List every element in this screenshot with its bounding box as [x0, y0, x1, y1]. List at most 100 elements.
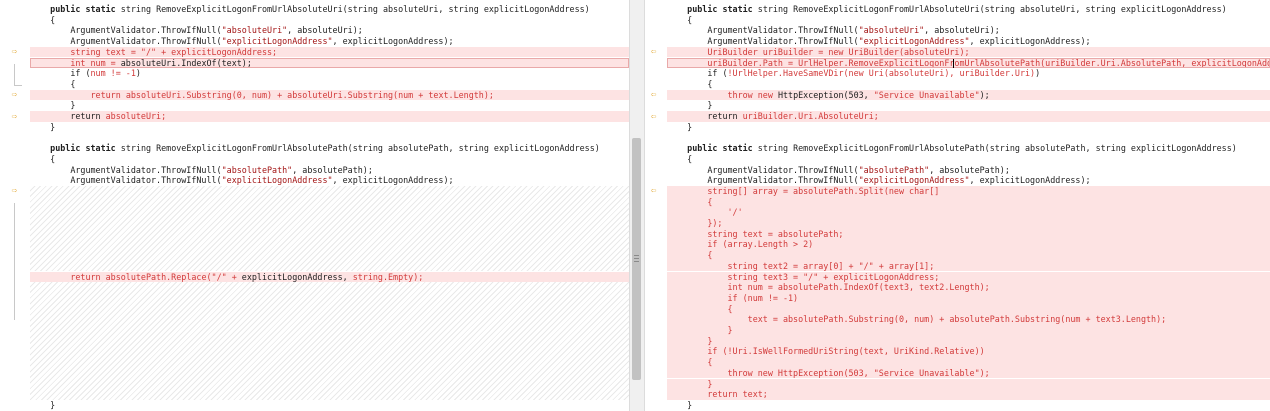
changed-code-line[interactable]: throw new HttpException(503, "Service Un… [667, 89, 1270, 101]
code-token: return [667, 111, 743, 121]
changed-code-line[interactable]: uriBuilder.Path = UrlHelper.RemoveExplic… [667, 57, 1270, 69]
right-code-area[interactable]: public static string RemoveExplicitLogon… [667, 0, 1270, 411]
code-token: , explicitLogonAddress); [969, 175, 1091, 186]
code-token: absoluteUri.Substring(0, num) + absolute… [120, 89, 494, 100]
scope-guide-line [14, 202, 15, 321]
changed-code-line[interactable]: throw new HttpException(503, "Service Un… [667, 367, 1270, 379]
arrow-right-icon[interactable]: ⇨ [9, 112, 20, 121]
changed-code-line[interactable]: } [667, 325, 1270, 336]
changed-code-line[interactable]: } [667, 335, 1270, 347]
arrow-left-icon[interactable]: ⇦ [648, 187, 659, 196]
code-token: { [30, 153, 56, 164]
changed-code-line[interactable]: string text3 = "/" + explicitLogonAddres… [667, 271, 1270, 283]
code-token: UriBuilder uriBuilder = new UriBuilder(a… [667, 46, 970, 57]
code-line[interactable]: { [667, 79, 1270, 90]
code-token: "Service Unavailable" [873, 89, 980, 100]
changed-code-line[interactable]: return absoluteUri; [30, 111, 629, 122]
code-line[interactable]: } [30, 400, 629, 411]
right-diff-pane[interactable]: ⇦ ⇦ ⇦ ⇦ public static string RemoveExplicit… [645, 0, 1270, 411]
code-line[interactable]: { [667, 154, 1270, 165]
changed-code-line[interactable]: }); [667, 218, 1270, 229]
changed-code-line[interactable]: if (array.Length > 2) [667, 239, 1270, 251]
code-line[interactable]: ArgumentValidator.ThrowIfNull("absoluteP… [30, 165, 629, 176]
code-token: '/' [667, 207, 743, 218]
code-line[interactable]: if (!UrlHelper.HaveSameVDir(new Uri(abso… [667, 68, 1270, 79]
code-line[interactable]: ArgumentValidator.ThrowIfNull("explicitL… [30, 36, 629, 47]
code-token: } [667, 325, 733, 335]
code-line[interactable]: public static string RemoveExplicitLogon… [667, 4, 1270, 15]
changed-code-line[interactable]: int num = absolutePath.IndexOf(text3, te… [667, 282, 1270, 293]
changed-code-line[interactable]: UriBuilder uriBuilder = new UriBuilder(a… [667, 46, 1270, 58]
arrow-right-icon[interactable]: ⇨ [9, 187, 20, 196]
code-line[interactable]: public static string RemoveExplicitLogon… [30, 4, 629, 15]
code-token: public static [50, 143, 116, 154]
code-token: string[] array = absolutePath.Split(new … [667, 185, 940, 196]
code-line[interactable]: } [30, 122, 629, 133]
changed-code-line[interactable]: string text = absolutePath; [667, 228, 1270, 240]
code-token: string RemoveExplicitLogonFromUrlAbsolut… [115, 4, 590, 14]
code-line[interactable]: ArgumentValidator.ThrowIfNull("explicitL… [667, 175, 1270, 186]
changed-code-line[interactable]: string text2 = array[0] + "/" + array[1]… [667, 260, 1270, 272]
code-line[interactable]: } [30, 100, 629, 111]
code-line[interactable] [30, 132, 629, 143]
changed-code-line[interactable]: { [667, 196, 1270, 208]
code-token: } [667, 335, 713, 346]
code-line[interactable]: ArgumentValidator.ThrowIfNull("absoluteU… [667, 25, 1270, 36]
changed-code-line[interactable]: text = absolutePath.Substring(0, num) + … [667, 314, 1270, 325]
code-line[interactable]: { [30, 79, 629, 90]
changed-code-line[interactable]: return text; [667, 389, 1270, 400]
changed-code-line[interactable]: if (!Uri.IsWellFormedUriString(text, Uri… [667, 346, 1270, 358]
code-line[interactable]: if (num != -1) [30, 68, 629, 79]
changed-code-line[interactable]: } [667, 378, 1270, 390]
code-token: int num = absolutePath.IndexOf(text3, te… [667, 282, 990, 293]
code-token: ArgumentValidator.ThrowIfNull( [30, 175, 222, 186]
code-token: HttpException(503, [772, 89, 874, 100]
diff-placeholder-hatch [30, 185, 629, 272]
code-line[interactable]: ArgumentValidator.ThrowIfNull("explicitL… [30, 175, 629, 186]
code-line[interactable]: ArgumentValidator.ThrowIfNull("absoluteP… [667, 165, 1270, 176]
code-line[interactable]: ArgumentValidator.ThrowIfNull("absoluteU… [30, 25, 629, 36]
code-token: } [30, 121, 56, 132]
changed-code-line[interactable]: { [667, 357, 1270, 368]
code-line[interactable]: ArgumentValidator.ThrowIfNull("explicitL… [667, 36, 1270, 47]
code-token: , explicitLogonAddress); [969, 36, 1091, 47]
left-code-area[interactable]: public static string RemoveExplicitLogon… [30, 0, 629, 411]
code-token: ArgumentValidator.ThrowIfNull( [30, 36, 222, 47]
changed-code-line[interactable]: { [667, 250, 1270, 261]
code-line[interactable] [667, 132, 1270, 143]
scope-guide-line [14, 63, 15, 85]
code-line[interactable]: { [30, 15, 629, 26]
changed-code-line[interactable]: int num = absoluteUri.IndexOf(text); [30, 57, 629, 69]
changed-code-line[interactable]: string text = "/" + explicitLogonAddress… [30, 46, 629, 58]
changed-code-line[interactable]: return uriBuilder.Uri.AbsoluteUri; [667, 111, 1270, 122]
changed-code-line[interactable]: '/' [667, 207, 1270, 218]
code-token: string.Empty); [352, 271, 424, 282]
code-token: string text = "/" + explicitLogonAddress… [30, 46, 278, 57]
code-token: if (array.Length > 2) [667, 239, 814, 250]
code-token: ArgumentValidator.ThrowIfNull( [667, 164, 859, 175]
code-line[interactable]: public static string RemoveExplicitLogon… [30, 143, 629, 154]
code-line[interactable]: { [667, 15, 1270, 26]
code-line[interactable]: { [30, 154, 629, 165]
changed-code-line[interactable]: return absoluteUri.Substring(0, num) + a… [30, 89, 629, 101]
arrow-right-icon[interactable]: ⇨ [9, 91, 20, 100]
code-token: ArgumentValidator.ThrowIfNull( [667, 25, 859, 36]
left-diff-pane[interactable]: ⇨ ⇨ ⇨ ⇨ public static string RemoveExplicit… [0, 0, 629, 411]
vertical-scrollbar[interactable] [629, 0, 645, 411]
changed-code-line[interactable]: if (num != -1) [667, 292, 1270, 304]
code-line[interactable]: } [667, 122, 1270, 133]
code-token: int num = [30, 57, 121, 68]
code-line[interactable]: } [667, 100, 1270, 111]
arrow-right-icon[interactable]: ⇨ [9, 48, 20, 57]
arrow-left-icon[interactable]: ⇦ [648, 112, 659, 121]
changed-code-line[interactable]: { [667, 303, 1270, 315]
changed-code-line[interactable]: return absolutePath.Replace("/" + explic… [30, 271, 629, 283]
arrow-left-icon[interactable]: ⇦ [648, 91, 659, 100]
code-line[interactable]: public static string RemoveExplicitLogon… [667, 143, 1270, 154]
code-token: , absoluteUri); [924, 25, 1000, 36]
changed-code-line[interactable]: string[] array = absolutePath.Split(new … [667, 185, 1270, 197]
arrow-left-icon[interactable]: ⇦ [648, 48, 659, 57]
code-line[interactable]: } [667, 400, 1270, 411]
